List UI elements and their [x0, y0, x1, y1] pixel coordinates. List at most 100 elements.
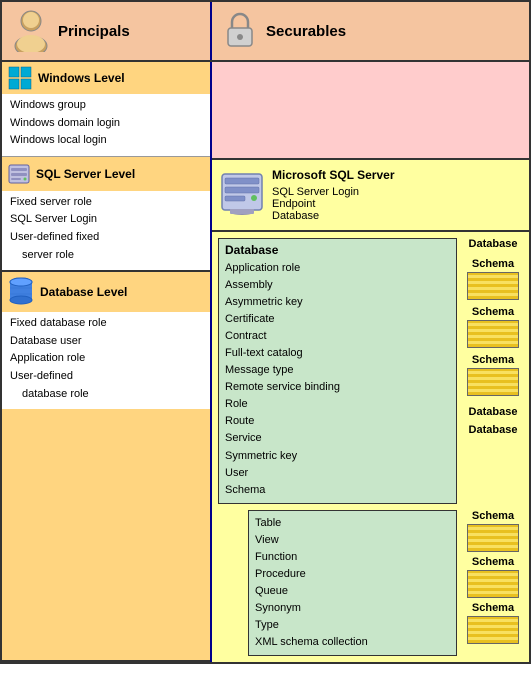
server-icon-small — [8, 161, 30, 187]
sub-schema-stripes-1 — [467, 524, 519, 552]
list-item: Service — [225, 430, 450, 447]
list-item: User — [225, 465, 450, 482]
list-item: User-defined — [10, 368, 202, 386]
left-column: Windows Level Windows group Windows doma… — [2, 62, 212, 662]
schema-label-2: Schema — [472, 306, 514, 318]
sub-database-box: Table View Function Procedure Queue Syno… — [248, 510, 457, 656]
database-level-title: Database Level — [40, 285, 127, 299]
sqlserver-right: Microsoft SQL Server SQL Server Login En… — [212, 160, 529, 232]
list-item: Procedure — [255, 566, 450, 583]
windows-level-title: Windows Level — [38, 71, 125, 85]
list-item: Remote service binding — [225, 379, 450, 396]
list-item: Queue — [255, 583, 450, 600]
list-item: Database — [272, 210, 394, 222]
list-item: Full-text catalog — [225, 345, 450, 362]
list-item: Contract — [225, 328, 450, 345]
schema-box-1: Schema — [463, 258, 523, 300]
list-item: Fixed database role — [10, 315, 202, 333]
sub-schema-box-1: Schema — [463, 510, 523, 552]
schema-box-2: Schema — [463, 306, 523, 348]
windows-right-empty — [212, 62, 529, 160]
sub-schema-stripes-2 — [467, 570, 519, 598]
list-item: Type — [255, 617, 450, 634]
right-column: Microsoft SQL Server SQL Server Login En… — [212, 62, 529, 662]
list-item: Table — [255, 515, 450, 532]
list-item: XML schema collection — [255, 634, 450, 651]
list-item: Symmetric key — [225, 448, 450, 465]
db-small-1: Database — [469, 406, 518, 418]
sub-schema-label-2: Schema — [472, 556, 514, 568]
person-icon — [12, 10, 50, 52]
list-item: server role — [10, 247, 202, 265]
sqlserver-box: Microsoft SQL Server SQL Server Login En… — [272, 168, 394, 222]
db-label-1: Database — [469, 238, 518, 250]
list-item: SQL Server Login — [10, 211, 202, 229]
db-top-row: Database Application role Assembly Asymm… — [218, 238, 523, 504]
database-items-list: Application role Assembly Asymmetric key… — [225, 260, 450, 499]
securables-header: Securables — [212, 2, 529, 60]
list-item: Endpoint — [272, 198, 394, 210]
sqlserver-level-left: SQL Server Level Fixed server role SQL S… — [2, 157, 210, 272]
list-item: Role — [225, 396, 450, 413]
list-item: Schema — [225, 482, 450, 499]
list-item: Certificate — [225, 311, 450, 328]
list-item: Windows domain login — [10, 115, 202, 133]
sub-schema-row: Table View Function Procedure Queue Syno… — [218, 510, 523, 656]
sub-schema-stripes-3 — [467, 616, 519, 644]
main-container: Principals Securables — [0, 0, 531, 664]
principals-header: Principals — [2, 2, 212, 60]
list-item: Application role — [225, 260, 450, 277]
list-item: Route — [225, 413, 450, 430]
schema-box-3: Schema — [463, 354, 523, 396]
list-item: Synonym — [255, 600, 450, 617]
list-item: User-defined fixed — [10, 229, 202, 247]
list-item: View — [255, 532, 450, 549]
header-row: Principals Securables — [2, 2, 529, 62]
list-item: Message type — [225, 362, 450, 379]
lock-icon — [222, 10, 258, 52]
list-item: Fixed server role — [10, 194, 202, 212]
database-level-left: Database Level Fixed database role Datab… — [2, 272, 210, 662]
windows-level-content: Windows group Windows domain login Windo… — [2, 94, 210, 156]
schema-stripes-2 — [467, 320, 519, 348]
schema-label-1: Schema — [472, 258, 514, 270]
sub-schema-stack: Schema Schema Schema — [463, 510, 523, 644]
list-item: Asymmetric key — [225, 294, 450, 311]
list-item: SQL Server Login — [272, 186, 394, 198]
principals-title: Principals — [58, 23, 130, 40]
schema-stripes-3 — [467, 368, 519, 396]
list-item: Application role — [10, 350, 202, 368]
sqlserver-level-title: SQL Server Level — [36, 167, 135, 181]
sqlserver-level-content: Fixed server role SQL Server Login User-… — [2, 191, 210, 270]
sub-schema-box-3: Schema — [463, 602, 523, 644]
schema-stripes-1 — [467, 272, 519, 300]
db-label-2: Database — [469, 406, 518, 418]
sub-schema-label-3: Schema — [472, 602, 514, 614]
sql-server-icon — [220, 168, 264, 218]
list-item: Windows local login — [10, 132, 202, 150]
windows-icon — [8, 66, 32, 90]
db-label-3: Database — [469, 424, 518, 436]
schema-label-3: Schema — [472, 354, 514, 366]
database-right: Database Application role Assembly Asymm… — [212, 232, 529, 662]
securables-title: Securables — [266, 23, 346, 40]
windows-level-left: Windows Level Windows group Windows doma… — [2, 62, 210, 157]
windows-section-header: Windows Level — [2, 62, 210, 94]
list-item: Function — [255, 549, 450, 566]
list-item: Windows group — [10, 97, 202, 115]
database-small-top: Database — [463, 238, 523, 252]
main-area: Windows Level Windows group Windows doma… — [2, 62, 529, 662]
database-icon — [8, 276, 34, 308]
database-box-title: Database — [225, 243, 450, 257]
right-side-stack: Database Schema Schema Schema — [463, 238, 523, 436]
list-item: Assembly — [225, 277, 450, 294]
sub-schema-box-2: Schema — [463, 556, 523, 598]
sqlserver-box-title: Microsoft SQL Server — [272, 168, 394, 182]
sub-schema-label-1: Schema — [472, 510, 514, 522]
list-item: database role — [10, 386, 202, 404]
sqlserver-section-header: SQL Server Level — [2, 157, 210, 191]
db-small-2: Database — [469, 424, 518, 436]
sub-items-list: Table View Function Procedure Queue Syno… — [255, 515, 450, 651]
database-level-content: Fixed database role Database user Applic… — [2, 312, 210, 409]
list-item: Database user — [10, 333, 202, 351]
